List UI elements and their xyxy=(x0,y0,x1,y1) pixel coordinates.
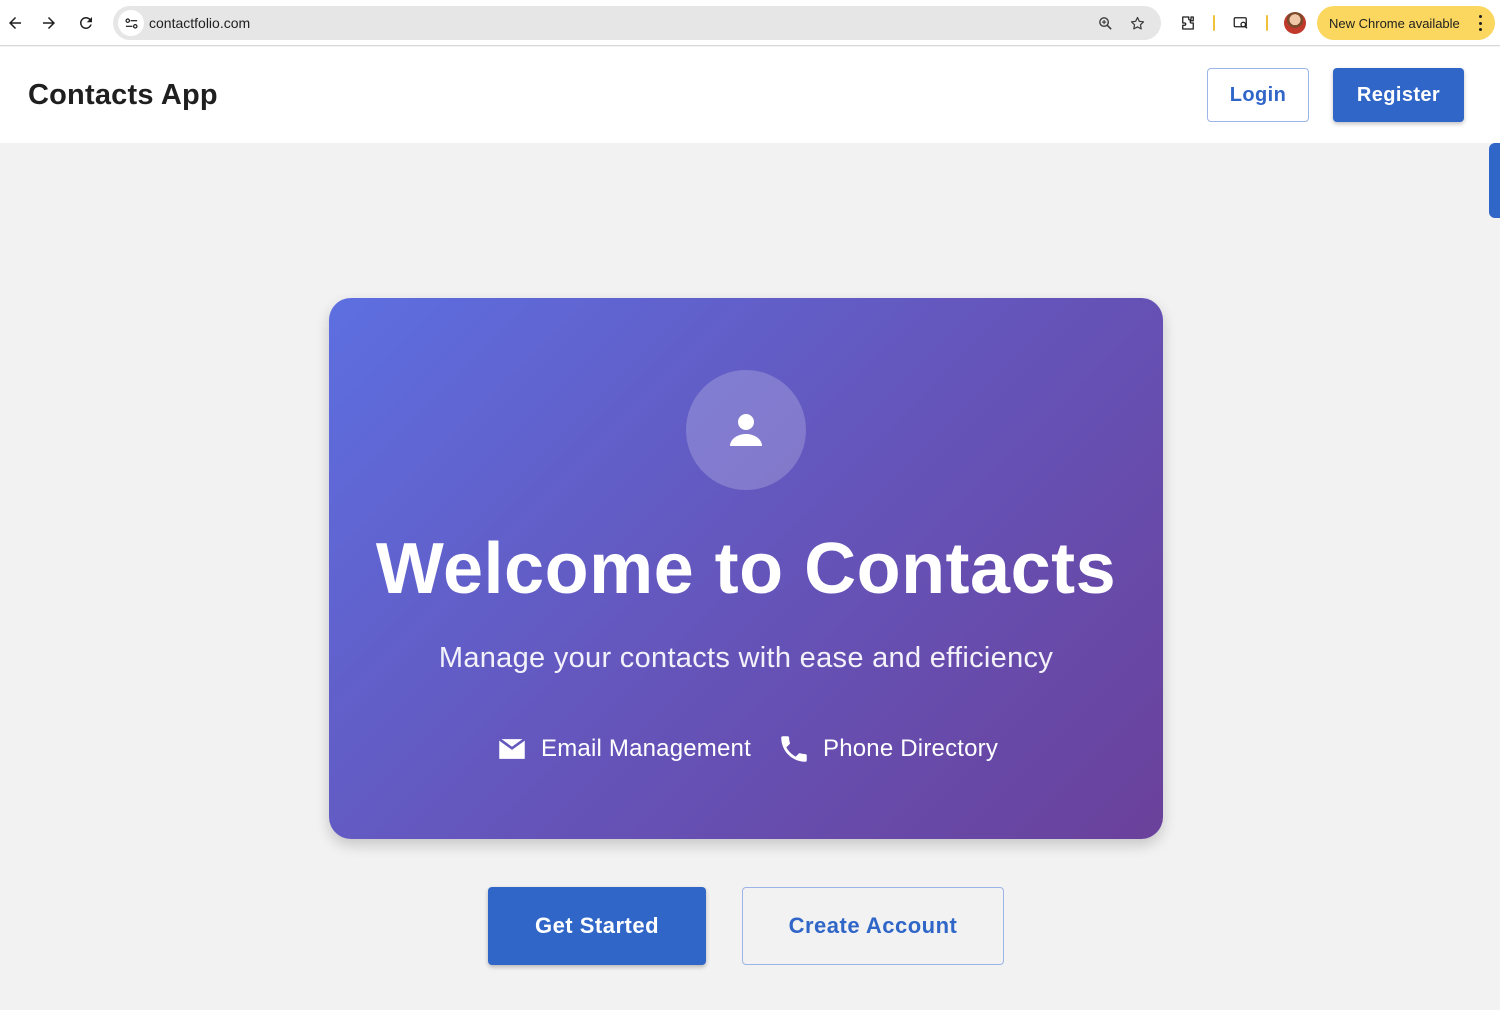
feature-phone: Phone Directory xyxy=(777,732,998,766)
address-bar[interactable]: contactfolio.com xyxy=(113,6,1161,40)
register-button[interactable]: Register xyxy=(1333,68,1464,122)
arrow-left-icon xyxy=(9,17,21,29)
login-button[interactable]: Login xyxy=(1207,68,1309,122)
update-label: New Chrome available xyxy=(1329,16,1460,31)
tune-icon xyxy=(124,17,138,29)
phone-icon xyxy=(781,736,807,762)
puzzle-icon xyxy=(1182,16,1194,30)
url-text[interactable]: contactfolio.com xyxy=(149,15,250,31)
chrome-update-button[interactable]: New Chrome available xyxy=(1317,6,1495,40)
profile-avatar[interactable] xyxy=(1284,12,1306,34)
hero-avatar xyxy=(686,370,806,490)
zoom-in-icon xyxy=(1098,16,1112,30)
hero-title: Welcome to Contacts xyxy=(375,529,1117,609)
more-vert-icon xyxy=(1477,15,1483,31)
hero-card: Welcome to Contacts Manage your contacts… xyxy=(329,298,1163,839)
get-started-button[interactable]: Get Started xyxy=(488,887,706,965)
forward-button[interactable] xyxy=(35,9,63,37)
create-account-button[interactable]: Create Account xyxy=(742,887,1004,965)
email-icon xyxy=(498,738,526,759)
scrollbar-thumb[interactable] xyxy=(1489,143,1500,218)
back-button[interactable] xyxy=(1,9,29,37)
cast-button[interactable] xyxy=(1229,11,1253,35)
media-search-icon xyxy=(1233,17,1248,29)
star-icon xyxy=(1130,16,1144,29)
hero-subtitle: Manage your contacts with ease and effic… xyxy=(438,642,1054,674)
app-header: Contacts App Login Register xyxy=(0,47,1500,143)
extensions-button[interactable] xyxy=(1176,11,1200,35)
arrow-right-icon xyxy=(43,17,55,29)
toolbar-separator xyxy=(1266,15,1268,31)
person-icon xyxy=(730,414,762,446)
feature-email: Email Management xyxy=(495,732,751,766)
toolbar-separator xyxy=(1213,15,1215,31)
site-info-button[interactable] xyxy=(118,10,144,36)
feature-label: Phone Directory xyxy=(823,735,999,762)
app-title: Contacts App xyxy=(28,79,218,111)
browser-toolbar: contactfolio.com New Chrome available xyxy=(0,0,1500,46)
bookmark-button[interactable] xyxy=(1127,13,1147,33)
reload-icon xyxy=(79,16,92,29)
zoom-button[interactable] xyxy=(1095,13,1115,33)
reload-button[interactable] xyxy=(72,9,100,37)
feature-label: Email Management xyxy=(541,735,751,762)
